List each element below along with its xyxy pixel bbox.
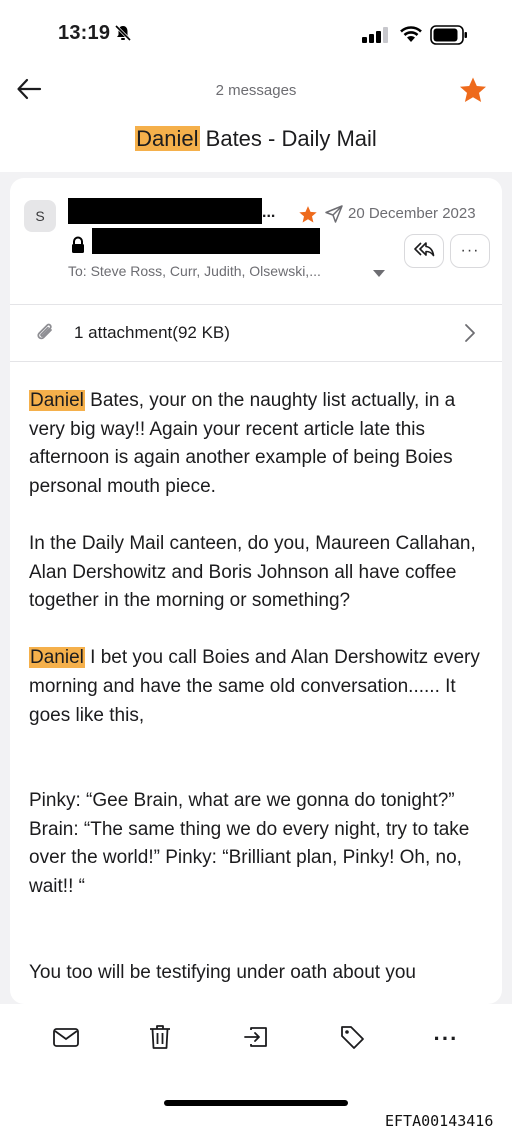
attachment-label: 1 attachment(92 KB) [74, 323, 230, 342]
reply-all-button[interactable] [404, 234, 444, 268]
redacted-sender [68, 198, 262, 224]
avatar[interactable]: S [24, 200, 56, 232]
sender-ellipsis: ... [262, 204, 276, 221]
attachment-row[interactable]: 1 attachment(92 KB) [10, 305, 502, 361]
move-to-folder-icon [242, 1024, 270, 1055]
title-text: Bates - Daily Mail [199, 126, 377, 151]
message-count: 2 messages [215, 82, 297, 99]
status-time: 13:19 [58, 22, 111, 44]
page-title: Daniel Bates - Daily Mail [0, 126, 512, 152]
body-paragraph: Daniel Bates, your on the naughty list a… [29, 387, 494, 501]
wifi-icon [399, 25, 423, 48]
status-bar: 13:19 [0, 0, 512, 66]
search-highlight: Daniel [29, 390, 85, 411]
message-date: 20 December 2023 [348, 205, 476, 222]
more-options-button[interactable]: ··· [450, 234, 490, 268]
message-body: Daniel Bates, your on the naughty list a… [29, 387, 494, 987]
signal-icon [362, 27, 390, 48]
more-actions-button[interactable]: ··· [426, 1022, 466, 1056]
body-text: I bet you call Boies and Alan Dershowitz… [29, 647, 480, 726]
bell-muted-icon [114, 24, 132, 47]
mark-unread-button[interactable] [46, 1022, 86, 1056]
message-card: S ... 20 December 2023 ··· To: Steve Ros… [10, 178, 502, 1004]
label-button[interactable] [332, 1022, 372, 1056]
reply-all-icon [413, 240, 435, 263]
redacted-address [92, 228, 320, 254]
chevron-down-icon[interactable] [372, 266, 386, 284]
search-highlight: Daniel [29, 647, 85, 669]
sent-icon [324, 204, 344, 229]
trash-icon [148, 1023, 172, 1056]
body-paragraph: Daniel I bet you call Boies and Alan Der… [29, 644, 494, 730]
delete-button[interactable] [140, 1022, 180, 1056]
body-text: Bates, your on the naughty list actually… [29, 390, 456, 497]
tag-icon [339, 1024, 365, 1055]
lock-icon [70, 236, 86, 259]
body-paragraph: Pinky: “Gee Brain, what are we gonna do … [29, 790, 470, 897]
envelope-icon [52, 1026, 80, 1053]
message-star-icon[interactable] [298, 205, 318, 229]
chevron-right-icon [464, 323, 476, 348]
star-icon[interactable] [458, 76, 488, 109]
move-button[interactable] [236, 1022, 276, 1056]
document-id: EFTA00143416 [385, 1112, 494, 1130]
battery-icon [430, 25, 468, 50]
home-indicator [164, 1100, 348, 1106]
search-highlight: Daniel [135, 126, 200, 151]
bottom-toolbar: ··· EFTA00143416 [0, 1004, 512, 1135]
paperclip-icon [34, 321, 56, 350]
recipients-list[interactable]: To: Steve Ross, Curr, Judith, Olsewski,.… [68, 263, 321, 279]
body-paragraph: In the Daily Mail canteen, do you, Maure… [29, 532, 476, 612]
divider [10, 361, 502, 362]
body-paragraph-cut: You too will be testifying under oath ab… [29, 961, 416, 983]
